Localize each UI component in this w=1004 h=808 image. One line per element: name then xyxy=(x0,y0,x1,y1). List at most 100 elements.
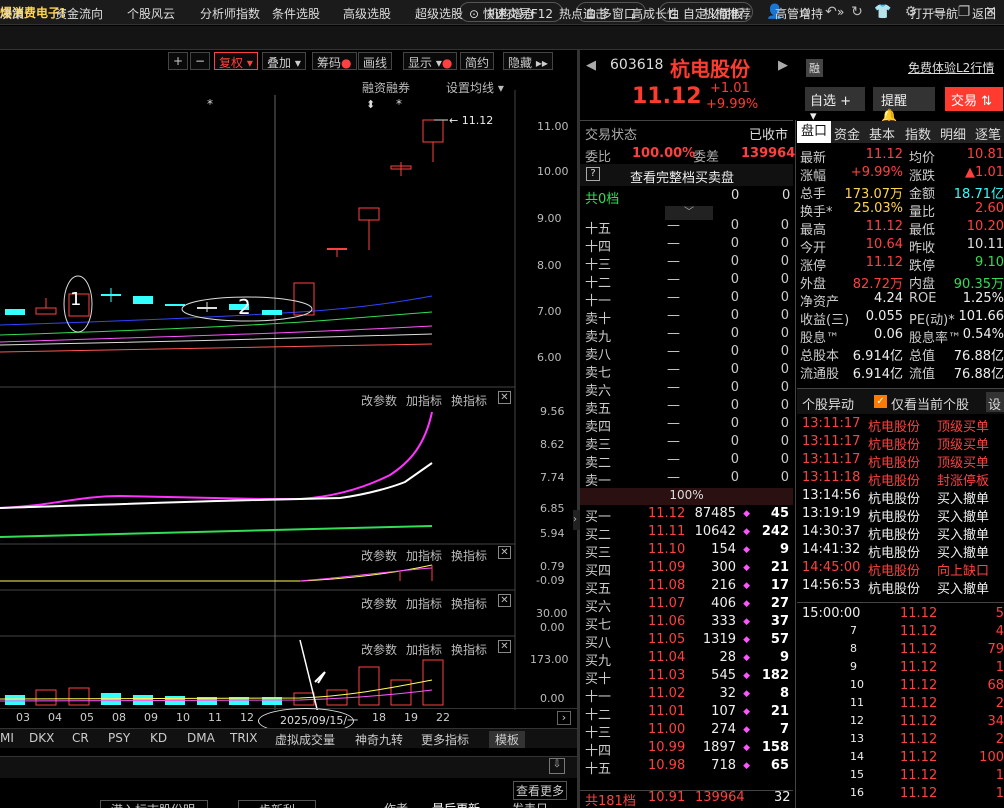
ind-tab[interactable]: 神奇九转 xyxy=(355,731,403,748)
switch-indicator-button[interactable]: 换指标 xyxy=(451,392,487,409)
l2-trial-link[interactable]: 免费体验L2行情 xyxy=(908,59,994,76)
menu-item-inst-increase[interactable]: 机构增仓 xyxy=(487,5,535,22)
close-panel-icon[interactable]: ✕ xyxy=(498,546,511,559)
change-param-button[interactable]: 改参数 xyxy=(361,595,397,612)
full-book-link[interactable]: 查看完整档买卖盘 xyxy=(630,167,734,186)
bid-row[interactable]: 十四 10.99 1897 ◆ 158 xyxy=(580,740,793,759)
ask-row[interactable]: 卖六 — 0 0 xyxy=(580,380,793,399)
bid-row[interactable]: 买七 11.06 333 ◆ 37 xyxy=(580,614,793,633)
trade-button[interactable]: 交易 ⇅ xyxy=(945,87,1003,111)
ask-row[interactable]: 十二 — 0 0 xyxy=(580,272,793,291)
bid-row[interactable]: 买四 11.09 300 ◆ 21 xyxy=(580,560,793,579)
close-panel-icon[interactable]: ✕ xyxy=(498,640,511,653)
ask-row[interactable]: 卖八 — 0 0 xyxy=(580,344,793,363)
add-indicator-button[interactable]: 加指标 xyxy=(406,641,442,658)
ask-row[interactable]: 十三 — 0 0 xyxy=(580,254,793,273)
stock-name[interactable]: 杭电股份 xyxy=(670,53,750,82)
info-tab[interactable]: 港入标志股份明 xyxy=(100,800,208,808)
move-row[interactable]: 13:11:18 杭电股份 封涨停板 xyxy=(802,470,1004,489)
tab-detail[interactable]: 明细 xyxy=(940,124,966,143)
switch-indicator-button[interactable]: 换指标 xyxy=(451,641,487,658)
move-row[interactable]: 13:11:17 杭电股份 顶级买单 xyxy=(802,452,1004,471)
bid-row[interactable]: 买九 11.04 28 ◆ 9 xyxy=(580,650,793,669)
move-row[interactable]: 13:19:19 杭电股份 买入撤单 xyxy=(802,506,1004,525)
menu-item-analyst-index[interactable]: 分析师指数 xyxy=(200,5,260,22)
ind-tab[interactable]: 更多指标 xyxy=(421,731,469,748)
bid-row[interactable]: 十五 10.98 718 ◆ 65 xyxy=(580,758,793,777)
ask-row[interactable]: 卖四 — 0 0 xyxy=(580,416,793,435)
only-current-label[interactable]: 仅看当前个股 xyxy=(891,394,969,413)
change-param-button[interactable]: 改参数 xyxy=(361,547,397,564)
switch-indicator-button[interactable]: 换指标 xyxy=(451,547,487,564)
close-panel-icon[interactable]: ✕ xyxy=(498,391,511,404)
menu-item-high-growth[interactable]: 高成长性 xyxy=(631,5,679,22)
ind-tab[interactable]: DMA xyxy=(187,731,215,745)
menu-item-super-select[interactable]: 超级选股 xyxy=(415,5,463,22)
bid-row[interactable]: 十一 11.02 32 ◆ 8 xyxy=(580,686,793,705)
view-more-button[interactable]: 查看更多 xyxy=(513,781,568,800)
alert-button[interactable]: 提醒 🔔 xyxy=(873,87,935,124)
bid-row[interactable]: 买十 11.03 545 ◆ 182 xyxy=(580,668,793,687)
menu-item-inst-recommend[interactable]: 机构推荐 xyxy=(703,5,751,22)
bid-row[interactable]: 买二 11.11 10642 ◆ 242 xyxy=(580,524,793,543)
move-row[interactable]: 14:45:00 杭电股份 向上缺口 xyxy=(802,560,1004,579)
menu-item-condition-select[interactable]: 条件选股 xyxy=(272,5,320,22)
ask-row[interactable]: 卖九 — 0 0 xyxy=(580,326,793,345)
watchlist-button[interactable]: 自选 + ▾ xyxy=(805,87,865,124)
menu-more-icon[interactable]: » xyxy=(837,5,844,19)
ind-tab[interactable]: CR xyxy=(72,731,89,745)
ind-tab[interactable]: DKX xyxy=(29,731,54,745)
skin-icon[interactable]: 👕 xyxy=(874,3,892,21)
ask-row[interactable]: 十四 — 0 0 xyxy=(580,236,793,255)
move-row[interactable]: 14:30:37 杭电股份 买入撤单 xyxy=(802,524,1004,543)
change-param-button[interactable]: 改参数 xyxy=(361,641,397,658)
help-icon[interactable]: ? xyxy=(586,167,600,181)
bid-row[interactable]: 买一 11.12 87485 ◆ 45 xyxy=(580,506,793,525)
ask-row[interactable]: 卖七 — 0 0 xyxy=(580,362,793,381)
info-tab[interactable]: 步新利 xyxy=(238,800,317,808)
ind-tab[interactable]: TRIX xyxy=(230,731,257,745)
menu-item-stock-news[interactable]: 个股风云 xyxy=(127,5,175,22)
menu-item-hotspot[interactable]: 热点追击 xyxy=(559,5,607,22)
ask-row[interactable]: 卖二 — 0 0 xyxy=(580,452,793,471)
move-row[interactable]: 14:41:32 杭电股份 买入撤单 xyxy=(802,542,1004,561)
next-stock-icon[interactable]: ▶ xyxy=(778,58,788,73)
prev-stock-icon[interactable]: ◀ xyxy=(586,58,596,73)
ask-row[interactable]: 卖一 — 0 0 xyxy=(580,470,793,489)
close-panel-icon[interactable]: ✕ xyxy=(498,594,511,607)
bid-row[interactable]: 买六 11.07 406 ◆ 27 xyxy=(580,596,793,615)
ask-row[interactable]: 十五 — 0 0 xyxy=(580,218,793,237)
menu-item-exec-increase[interactable]: 高管增持 xyxy=(775,5,823,22)
ask-row[interactable]: 卖十 — 0 0 xyxy=(580,308,793,327)
refresh-icon[interactable]: ↻ xyxy=(848,3,866,21)
menu-item-return[interactable]: 返回 xyxy=(972,5,996,22)
ask-row[interactable]: 卖三 — 0 0 xyxy=(580,434,793,453)
add-indicator-button[interactable]: 加指标 xyxy=(406,547,442,564)
bid-row[interactable]: 买五 11.08 216 ◆ 17 xyxy=(580,578,793,597)
col-updated[interactable]: 最后更新 xyxy=(432,800,480,808)
bid-row[interactable]: 十三 11.00 274 ◆ 7 xyxy=(580,722,793,741)
move-row[interactable]: 13:14:56 杭电股份 买入撤单 xyxy=(802,488,1004,507)
move-row[interactable]: 14:56:53 杭电股份 买入撤单 xyxy=(802,578,1004,597)
tab-capital[interactable]: 资金 xyxy=(834,124,860,143)
add-indicator-button[interactable]: 加指标 xyxy=(406,595,442,612)
bid-row[interactable]: 买八 11.05 1319 ◆ 57 xyxy=(580,632,793,651)
move-row[interactable]: 13:11:17 杭电股份 顶级买单 xyxy=(802,416,1004,435)
add-indicator-button[interactable]: 加指标 xyxy=(406,392,442,409)
change-param-button[interactable]: 改参数 xyxy=(361,392,397,409)
ask-row[interactable]: 十一 — 0 0 xyxy=(580,290,793,309)
ind-tab[interactable]: 虚拟成交量 xyxy=(275,731,335,748)
download-icon[interactable]: ⇩ xyxy=(549,758,565,774)
move-row[interactable]: 13:11:17 杭电股份 顶级买单 xyxy=(802,434,1004,453)
bid-row[interactable]: 十二 11.01 107 ◆ 21 xyxy=(580,704,793,723)
menu-item-open-nav[interactable]: 打开导航 xyxy=(910,5,958,22)
checkbox-checked-icon[interactable]: ✓ xyxy=(874,395,887,408)
menu-item-decision[interactable]: 决策 xyxy=(0,5,24,22)
switch-indicator-button[interactable]: 换指标 xyxy=(451,595,487,612)
tab-fundamental[interactable]: 基本 xyxy=(869,124,895,143)
tab-index[interactable]: 指数 xyxy=(905,124,931,143)
ind-tab[interactable]: MI xyxy=(0,731,14,745)
scroll-right-icon[interactable]: › xyxy=(557,711,571,725)
kline-chart[interactable]: * * ⬍ xyxy=(0,50,577,710)
ask-row[interactable]: 卖五 — 0 0 xyxy=(580,398,793,417)
